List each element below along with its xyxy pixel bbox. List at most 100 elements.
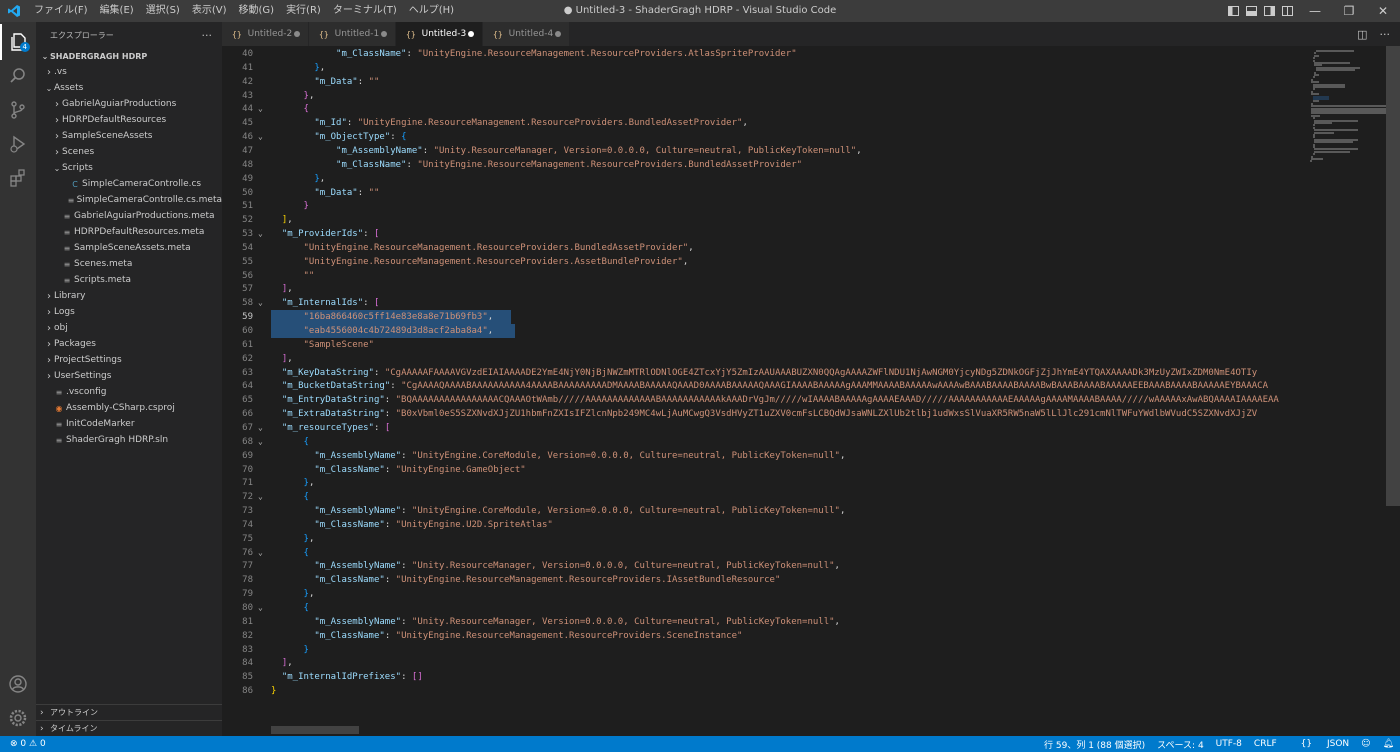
code-line[interactable]: 43 }, xyxy=(222,89,1304,103)
tree-folder[interactable]: › ProjectSettings xyxy=(36,352,222,368)
fold-chevron-icon[interactable]: ⌄ xyxy=(258,102,268,116)
more-actions-icon[interactable]: ··· xyxy=(1380,28,1391,41)
tree-file[interactable]: ≡ .vsconfig xyxy=(36,384,222,400)
tree-file[interactable]: C SimpleCameraControlle.cs xyxy=(36,176,222,192)
code-line[interactable]: 49 }, xyxy=(222,172,1304,186)
code-line[interactable]: 41 }, xyxy=(222,61,1304,75)
accounts-icon[interactable] xyxy=(0,666,36,702)
tree-folder[interactable]: › Scenes xyxy=(36,144,222,160)
tree-folder[interactable]: › HDRPDefaultResources xyxy=(36,112,222,128)
code-line[interactable]: 70 "m_ClassName": "UnityEngine.GameObjec… xyxy=(222,463,1304,477)
tree-folder[interactable]: › Library xyxy=(36,288,222,304)
code-line[interactable]: 85 "m_InternalIdPrefixes": [] xyxy=(222,670,1304,684)
tree-file[interactable]: ≡ HDRPDefaultResources.meta xyxy=(36,224,222,240)
code-line[interactable]: 78 "m_ClassName": "UnityEngine.ResourceM… xyxy=(222,573,1304,587)
code-line[interactable]: 74 "m_ClassName": "UnityEngine.U2D.Sprit… xyxy=(222,518,1304,532)
close-window-button[interactable]: ✕ xyxy=(1366,0,1400,22)
code-line[interactable]: 52 ], xyxy=(222,213,1304,227)
tree-folder[interactable]: › .vs xyxy=(36,64,222,80)
code-line[interactable]: 45 "m_Id": "UnityEngine.ResourceManageme… xyxy=(222,116,1304,130)
code-line[interactable]: 84 ], xyxy=(222,656,1304,670)
code-line[interactable]: 51 } xyxy=(222,199,1304,213)
feedback-icon[interactable]: ☺ xyxy=(1361,739,1370,749)
code-line[interactable]: 64 "m_BucketDataString": "CgAAAAQAAAABAA… xyxy=(222,379,1304,393)
code-line[interactable]: 42 "m_Data": "" xyxy=(222,75,1304,89)
tree-file[interactable]: ≡ Scripts.meta xyxy=(36,272,222,288)
unsaved-dot-icon[interactable] xyxy=(294,31,300,37)
source-control-icon[interactable] xyxy=(0,92,36,128)
code-line[interactable]: 66 "m_ExtraDataString": "B0xVbml0eS5SZXN… xyxy=(222,407,1304,421)
toggle-panel-icon[interactable] xyxy=(1244,0,1258,22)
indentation[interactable]: スペース: 4 xyxy=(1157,738,1204,751)
explorer-icon[interactable]: 4 xyxy=(0,24,36,60)
menu-item[interactable]: ヘルプ(H) xyxy=(403,0,460,22)
workspace-header[interactable]: ⌄ SHADERGRAGH HDRP xyxy=(36,48,222,64)
editor-tab[interactable]: {} Untitled-4 xyxy=(483,22,570,46)
minimap[interactable] xyxy=(1304,46,1386,736)
customize-layout-icon[interactable] xyxy=(1280,0,1294,22)
menu-item[interactable]: 実行(R) xyxy=(280,0,327,22)
search-icon[interactable] xyxy=(0,58,36,94)
tree-folder[interactable]: › Packages xyxy=(36,336,222,352)
fold-chevron-icon[interactable]: ⌄ xyxy=(258,227,268,241)
editor-tab[interactable]: {} Untitled-3 xyxy=(396,22,483,46)
code-line[interactable]: 54 "UnityEngine.ResourceManagement.Resou… xyxy=(222,241,1304,255)
tree-file[interactable]: ≡ SampleSceneAssets.meta xyxy=(36,240,222,256)
code-line[interactable]: 63 "m_KeyDataString": "CgAAAAAFAAAAVGVzd… xyxy=(222,366,1304,380)
code-line[interactable]: 77 "m_AssemblyName": "Unity.ResourceMana… xyxy=(222,559,1304,573)
timeline-panel-header[interactable]: › タイムライン xyxy=(36,720,222,736)
code-line[interactable]: 79 }, xyxy=(222,587,1304,601)
code-line[interactable]: 40 "m_ClassName": "UnityEngine.ResourceM… xyxy=(222,47,1304,61)
code-line[interactable]: 65 "m_EntryDataString": "BQAAAAAAAAAAAAA… xyxy=(222,393,1304,407)
code-line[interactable]: 50 "m_Data": "" xyxy=(222,186,1304,200)
tree-file[interactable]: ≡ InitCodeMarker xyxy=(36,416,222,432)
tree-file[interactable]: ◉ Assembly-CSharp.csproj xyxy=(36,400,222,416)
menu-item[interactable]: 編集(E) xyxy=(94,0,140,22)
notifications-bell-icon[interactable]: 🔔︎ xyxy=(1383,739,1394,749)
code-line[interactable]: 69 "m_AssemblyName": "UnityEngine.CoreMo… xyxy=(222,449,1304,463)
tree-file[interactable]: ≡ Scenes.meta xyxy=(36,256,222,272)
menu-item[interactable]: 選択(S) xyxy=(140,0,186,22)
code-line[interactable]: 61 "SampleScene" xyxy=(222,338,1304,352)
tree-file[interactable]: ≡ SimpleCameraControlle.cs.meta xyxy=(36,192,222,208)
tree-file[interactable]: ≡ GabrielAguiarProductions.meta xyxy=(36,208,222,224)
code-line[interactable]: 53 ⌄ "m_ProviderIds": [ xyxy=(222,227,1304,241)
tree-folder[interactable]: ⌄ Scripts xyxy=(36,160,222,176)
restore-button[interactable]: ❐ xyxy=(1332,0,1366,22)
cursor-position[interactable]: 行 59、列 1 (88 個選択) xyxy=(1044,738,1145,751)
toggle-sidebar-icon[interactable] xyxy=(1226,0,1240,22)
menu-item[interactable]: ターミナル(T) xyxy=(327,0,403,22)
code-line[interactable]: 46 ⌄ "m_ObjectType": { xyxy=(222,130,1304,144)
code-line[interactable]: 56 "" xyxy=(222,269,1304,283)
tree-folder[interactable]: › Logs xyxy=(36,304,222,320)
code-line[interactable]: 58 ⌄ "m_InternalIds": [ xyxy=(222,296,1304,310)
menu-item[interactable]: 表示(V) xyxy=(186,0,233,22)
horizontal-scrollbar[interactable] xyxy=(271,726,359,734)
code-line[interactable]: 72 ⌄ { xyxy=(222,490,1304,504)
tree-folder[interactable]: ⌄ Assets xyxy=(36,80,222,96)
fold-chevron-icon[interactable]: ⌄ xyxy=(258,546,268,560)
tree-folder[interactable]: › UserSettings xyxy=(36,368,222,384)
fold-chevron-icon[interactable]: ⌄ xyxy=(258,296,268,310)
settings-gear-icon[interactable] xyxy=(0,700,36,736)
tree-folder[interactable]: › obj xyxy=(36,320,222,336)
fold-chevron-icon[interactable]: ⌄ xyxy=(258,435,268,449)
code-line[interactable]: 67 ⌄ "m_resourceTypes": [ xyxy=(222,421,1304,435)
minimize-button[interactable]: — xyxy=(1298,0,1332,22)
code-editor[interactable]: 40 "m_ClassName": "UnityEngine.ResourceM… xyxy=(222,46,1400,736)
fold-chevron-icon[interactable]: ⌄ xyxy=(258,490,268,504)
editor-tab[interactable]: {} Untitled-2 xyxy=(222,22,309,46)
more-actions-icon[interactable]: ··· xyxy=(202,29,213,42)
split-editor-icon[interactable]: ◫ xyxy=(1357,28,1367,41)
fold-chevron-icon[interactable]: ⌄ xyxy=(258,601,268,615)
code-line[interactable]: 60 "eab4556004c4b72489d3d8acf2aba8a4", xyxy=(222,324,1304,338)
tree-folder[interactable]: › GabrielAguiarProductions xyxy=(36,96,222,112)
code-line[interactable]: 62 ], xyxy=(222,352,1304,366)
code-line[interactable]: 47 "m_AssemblyName": "Unity.ResourceMana… xyxy=(222,144,1304,158)
unsaved-dot-icon[interactable] xyxy=(381,31,387,37)
unsaved-dot-icon[interactable] xyxy=(555,31,561,37)
editor-tab[interactable]: {} Untitled-1 xyxy=(309,22,396,46)
code-line[interactable]: 80 ⌄ { xyxy=(222,601,1304,615)
code-line[interactable]: 86} xyxy=(222,684,1304,698)
unsaved-dot-icon[interactable] xyxy=(468,31,474,37)
